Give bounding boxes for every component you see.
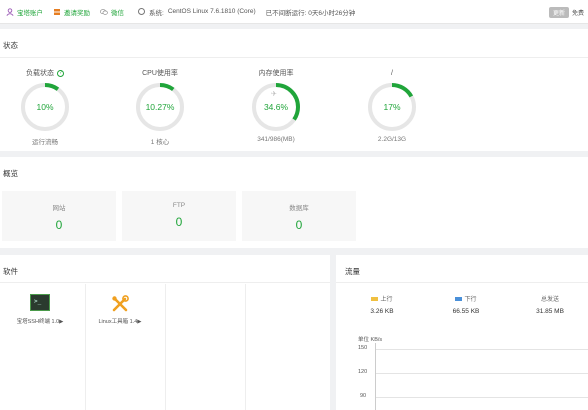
traffic-title: 流量 <box>345 267 360 276</box>
gauge-load[interactable]: 负载状态 ? 10% 运行流畅 <box>5 68 85 146</box>
gauge-disk[interactable]: / 17% 2.2G/13G <box>352 68 432 143</box>
overview-value[interactable]: 0 <box>2 218 116 232</box>
traffic-label: 上行 <box>380 297 393 303</box>
grid-line <box>375 397 588 398</box>
gauge-load-title: 负载状态 <box>26 70 54 77</box>
traffic-down: 下行 66.55 KB <box>444 294 488 315</box>
y-tick: 120 <box>358 369 368 375</box>
software-label: Linux工具箱 1.4▶ <box>98 319 142 325</box>
gauge-load-value: 10% <box>36 102 54 112</box>
tools-icon <box>110 294 130 314</box>
overview-label: 数据库 <box>289 205 309 212</box>
free-label[interactable]: 免费 <box>572 8 584 17</box>
gauge-ring: 10% <box>19 81 71 133</box>
traffic-total-sent: 总发送 31.85 MB <box>528 294 572 315</box>
gauge-memory-sub: 341/986(MB) <box>257 136 295 143</box>
gauge-cpu-title: CPU使用率 <box>142 70 178 77</box>
gauge-ring: 10.27% <box>134 81 186 133</box>
gauge-ring: 17% <box>366 81 418 133</box>
software-item-toolbox[interactable]: Linux工具箱 1.4▶ <box>85 294 155 325</box>
traffic-divider <box>336 282 588 283</box>
software-grid-line <box>245 284 246 410</box>
overview-value[interactable]: 0 <box>122 215 236 229</box>
user-icon <box>6 7 14 16</box>
wechat-link[interactable]: 微信 <box>100 7 124 17</box>
traffic-card <box>336 255 588 410</box>
system-icon <box>138 8 145 15</box>
gauge-disk-sub: 2.2G/13G <box>377 136 407 143</box>
grid-line <box>375 349 588 350</box>
gauge-load-sub: 运行流畅 <box>32 139 58 146</box>
gauge-ring: ✈ 34.6% <box>250 81 302 133</box>
invite-label: 邀请奖励 <box>64 9 90 17</box>
overview-value[interactable]: 0 <box>242 218 356 232</box>
traffic-unit-label: 单位 KB/s <box>358 337 383 343</box>
wechat-label: 微信 <box>111 9 124 17</box>
traffic-value: 3.26 KB <box>370 308 394 315</box>
top-bar: 宝塔账户 邀请奖励 微信 系统: CentOS Linux 7.6.1810 (… <box>0 0 588 24</box>
gift-icon <box>53 8 61 16</box>
software-grid-line <box>165 284 166 410</box>
traffic-label: 总发送 <box>540 297 559 303</box>
system-value: CentOS Linux 7.6.1810 (Core) <box>167 8 256 15</box>
overview-ftp[interactable]: FTP 0 <box>122 191 236 241</box>
software-item-ssh[interactable]: >_ 宝塔SSH终端 1.0▶ <box>5 294 75 325</box>
y-axis <box>375 343 376 410</box>
traffic-value: 66.55 KB <box>452 308 480 315</box>
upload-swatch <box>371 296 379 301</box>
help-icon[interactable]: ? <box>57 69 64 77</box>
overview-title: 概览 <box>3 169 18 178</box>
software-label: 宝塔SSH终端 1.0▶ <box>16 319 64 325</box>
system-label: 系统: <box>149 9 164 17</box>
gauge-cpu-value: 10.27% <box>145 102 175 112</box>
traffic-value: 31.85 MB <box>536 308 564 315</box>
gauge-disk-title: / <box>391 69 393 77</box>
account-link[interactable]: 宝塔账户 <box>6 7 43 17</box>
topbar-right: 更新 免费 <box>548 7 584 18</box>
terminal-icon: >_ <box>30 294 50 311</box>
overview-label: FTP <box>172 202 186 209</box>
wechat-icon <box>100 8 108 16</box>
y-tick: 90 <box>360 393 367 399</box>
software-divider <box>0 282 330 283</box>
update-badge[interactable]: 更新 <box>548 7 569 18</box>
uptime-text: 已不间断运行: 0天6小时26分钟 <box>265 9 356 17</box>
account-label: 宝塔账户 <box>17 9 43 17</box>
overview-label: 网站 <box>52 205 66 212</box>
gauge-disk-value: 17% <box>383 102 401 112</box>
gauge-cpu-sub: 1 核心 <box>150 139 170 146</box>
status-title: 状态 <box>3 41 18 50</box>
software-title: 软件 <box>3 267 18 276</box>
overview-databases[interactable]: 数据库 0 <box>242 191 356 241</box>
gauge-cpu[interactable]: CPU使用率 10.27% 1 核心 <box>120 68 200 146</box>
grid-line <box>375 373 588 374</box>
y-tick: 150 <box>358 345 368 351</box>
system-info: 系统: CentOS Linux 7.6.1810 (Core) 已不间断运行:… <box>138 7 365 17</box>
traffic-label: 下行 <box>464 297 477 303</box>
gauge-memory-value: 34.6% <box>263 102 289 112</box>
overview-websites[interactable]: 网站 0 <box>2 191 116 241</box>
status-card: 状态 负载状态 ? 10% 运行流畅 CPU使用率 10.27% 1 核心 内存… <box>0 29 588 151</box>
gauge-memory-title: 内存使用率 <box>258 70 294 77</box>
status-divider <box>0 57 588 58</box>
invite-link[interactable]: 邀请奖励 <box>53 7 90 17</box>
gauge-memory[interactable]: 内存使用率 ✈ 34.6% 341/986(MB) <box>236 68 316 143</box>
download-swatch <box>455 296 463 301</box>
traffic-up: 上行 3.26 KB <box>362 294 402 315</box>
